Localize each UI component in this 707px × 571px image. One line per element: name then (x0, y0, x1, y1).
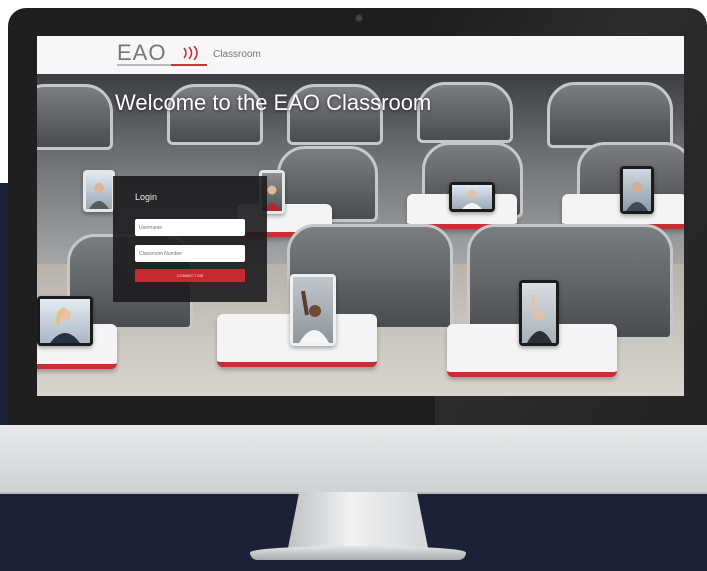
chair (467, 224, 673, 340)
person-icon (89, 183, 109, 209)
tablet-video-participant (519, 280, 559, 346)
username-input[interactable] (135, 219, 245, 236)
monitor-screen: EAO Classroom Welcome to the EAO Classro… (37, 36, 684, 396)
logo-underline (117, 64, 207, 66)
monitor-base (250, 546, 466, 560)
person-raising-hand-icon (299, 290, 329, 343)
person-raising-hand-icon (527, 294, 552, 343)
classroom-number-input[interactable] (135, 245, 245, 262)
person-icon (50, 307, 80, 343)
tablet-video-participant (449, 182, 495, 212)
welcome-heading: Welcome to the EAO Classroom (115, 90, 432, 115)
chair (417, 82, 513, 143)
monitor-chin (0, 425, 707, 494)
eao-logo[interactable]: EAO (117, 40, 207, 70)
chair (37, 84, 113, 150)
tablet-video-participant (290, 274, 336, 346)
camera-icon (356, 15, 362, 21)
tablet-video-participant (37, 296, 93, 346)
login-panel: Login CONNECT ME (113, 176, 267, 302)
person-icon (462, 189, 482, 209)
chair (547, 82, 673, 148)
signal-waves-icon (183, 46, 198, 60)
site-header: EAO Classroom (37, 36, 684, 75)
tablet-video-participant (620, 166, 654, 214)
monitor-stand (288, 492, 428, 548)
connect-me-button[interactable]: CONNECT ME (135, 269, 245, 282)
person-icon (626, 182, 648, 211)
logo-wordmark: EAO (117, 40, 167, 65)
login-title: Login (135, 192, 158, 202)
nav-classroom-link[interactable]: Classroom (213, 49, 261, 60)
tablet-video-participant (83, 170, 115, 212)
